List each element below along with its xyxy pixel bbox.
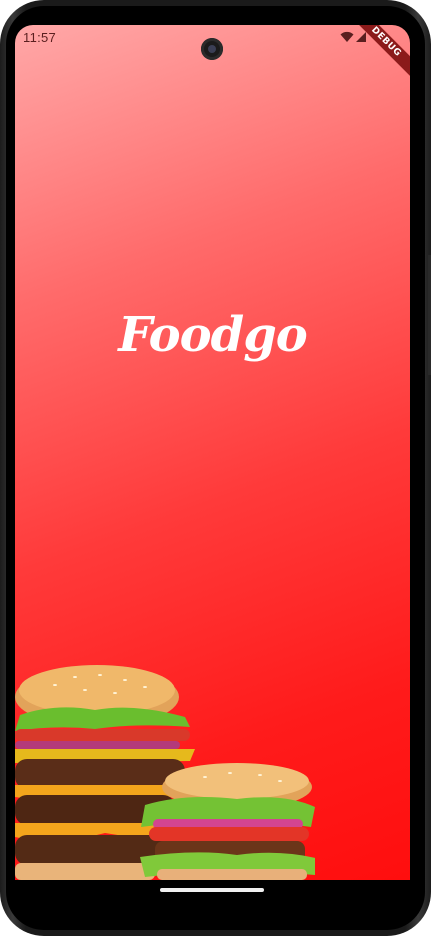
wifi-icon	[340, 31, 354, 42]
system-navigation-bar	[15, 880, 410, 910]
status-bar: 11:57 DEBUG	[15, 25, 410, 83]
cellular-signal-icon	[356, 32, 366, 42]
small-burger-image	[140, 763, 315, 880]
phone-frame: 11:57 DEBUG Foodgo	[0, 0, 431, 936]
status-time: 11:57	[23, 30, 57, 45]
front-camera	[201, 38, 223, 60]
splash-screen: 11:57 DEBUG Foodgo	[15, 25, 410, 880]
app-logo: Foodgo	[118, 307, 308, 363]
home-indicator[interactable]	[160, 888, 264, 892]
burgers-illustration	[15, 665, 315, 880]
